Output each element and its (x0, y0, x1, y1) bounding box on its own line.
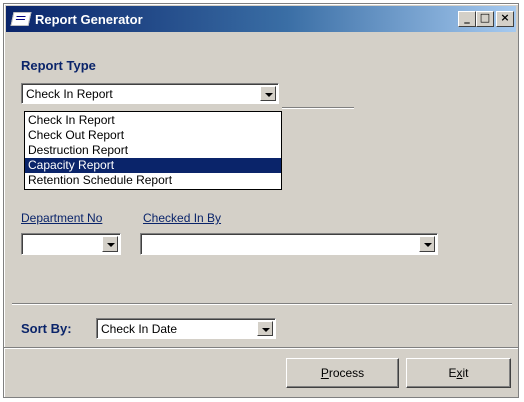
sort-by-combo[interactable]: Check In Date (96, 318, 276, 339)
dropdown-option[interactable]: Check Out Report (25, 128, 281, 143)
sort-by-label: Sort By: (21, 321, 72, 336)
dropdown-option-highlighted[interactable]: Capacity Report (25, 158, 281, 173)
minimize-button[interactable]: _ (458, 11, 476, 27)
exit-label-start: E (448, 366, 457, 380)
exit-label-end: it (462, 366, 469, 380)
report-app-icon (10, 12, 32, 26)
checked-in-by-label: Checked In By (143, 211, 222, 225)
window-title: Report Generator (35, 11, 143, 27)
divider-bottom (4, 347, 518, 349)
title-bar[interactable]: Report Generator _ □ × (6, 6, 516, 32)
process-button[interactable]: Process (286, 358, 399, 388)
report-type-dropdown-list[interactable]: Check In Report Check Out Report Destruc… (24, 111, 282, 190)
chevron-down-icon[interactable] (260, 86, 276, 101)
dropdown-option[interactable]: Check In Report (25, 113, 281, 128)
exit-button[interactable]: Exit (406, 358, 511, 388)
dropdown-option[interactable]: Retention Schedule Report (25, 173, 281, 188)
dropdown-option[interactable]: Destruction Report (25, 143, 281, 158)
report-type-combo[interactable]: Check In Report (21, 83, 279, 104)
divider-top (282, 107, 354, 109)
report-type-value: Check In Report (26, 87, 113, 101)
sort-by-value: Check In Date (101, 322, 178, 336)
chevron-down-icon[interactable] (257, 321, 273, 336)
chevron-down-icon[interactable] (102, 236, 118, 252)
department-no-label: Department No (21, 211, 103, 225)
close-button[interactable]: × (496, 11, 514, 27)
process-label: rocess (328, 366, 365, 380)
department-no-combo[interactable] (21, 233, 121, 255)
maximize-button[interactable]: □ (476, 11, 494, 27)
window-controls: _ □ × (458, 11, 514, 27)
report-type-label: Report Type (21, 58, 96, 73)
report-generator-window: Report Generator _ □ × Report Type Check… (3, 3, 519, 398)
process-mnemonic: P (320, 366, 329, 380)
divider-middle (12, 303, 512, 305)
checked-in-by-combo[interactable] (140, 233, 438, 255)
chevron-down-icon[interactable] (419, 236, 435, 252)
